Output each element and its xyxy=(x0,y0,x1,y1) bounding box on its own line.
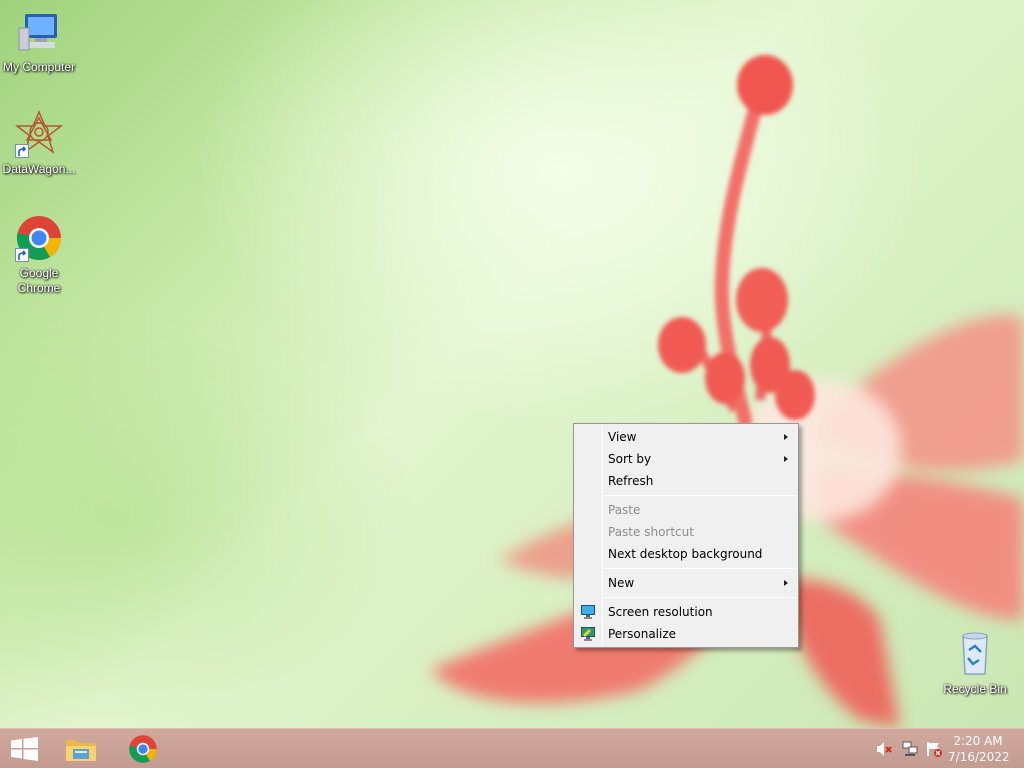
desktop-icon-label: Recycle Bin xyxy=(943,682,1007,696)
menu-separator xyxy=(604,597,796,598)
windows-logo-icon xyxy=(11,737,39,766)
submenu-arrow-icon xyxy=(784,434,788,440)
menu-item-new[interactable]: New xyxy=(574,572,798,594)
volume-muted-icon[interactable] xyxy=(876,741,892,757)
menu-item-paste-shortcut: Paste shortcut xyxy=(574,521,798,543)
folder-icon xyxy=(65,735,97,768)
menu-item-label: Refresh xyxy=(608,474,654,488)
desktop-icon-label: DataWagon... xyxy=(2,162,76,176)
display-icon xyxy=(580,604,596,620)
system-tray: 2:20 AM 7/16/2022 xyxy=(864,729,1024,768)
menu-item-label: New xyxy=(608,576,635,590)
chrome-icon xyxy=(15,214,63,262)
menu-item-view[interactable]: View xyxy=(574,426,798,448)
submenu-arrow-icon xyxy=(784,456,788,462)
menu-item-label: Sort by xyxy=(608,452,652,466)
desktop-icon-my-computer[interactable]: My Computer xyxy=(0,8,78,75)
clock-date: 7/16/2022 xyxy=(948,750,1010,764)
desktop-wallpaper xyxy=(430,55,1024,728)
submenu-arrow-icon xyxy=(784,580,788,586)
menu-item-label: Paste shortcut xyxy=(608,525,694,539)
desktop-icon-label: Google Chrome xyxy=(17,266,61,295)
computer-icon xyxy=(15,8,63,56)
menu-item-label: View xyxy=(608,430,637,444)
shortcut-arrow-icon xyxy=(15,248,29,262)
menu-item-label: Personalize xyxy=(608,627,677,641)
action-center-flag-icon[interactable] xyxy=(926,741,942,757)
datawagon-icon xyxy=(14,110,64,158)
menu-separator xyxy=(604,568,796,569)
taskbar: 2:20 AM 7/16/2022 xyxy=(0,728,1024,768)
taskbar-clock[interactable]: 2:20 AM 7/16/2022 xyxy=(948,733,1010,765)
taskbar-chrome-button[interactable] xyxy=(118,729,168,768)
recycle-bin-icon xyxy=(951,630,999,678)
taskbar-file-explorer-button[interactable] xyxy=(56,729,106,768)
menu-item-refresh[interactable]: Refresh xyxy=(574,470,798,492)
menu-item-label: Screen resolution xyxy=(608,605,713,619)
menu-separator xyxy=(604,495,796,496)
network-icon[interactable] xyxy=(902,741,918,757)
chrome-icon xyxy=(128,734,158,768)
menu-item-label: Paste xyxy=(608,503,641,517)
menu-item-next-desktop-background[interactable]: Next desktop background xyxy=(574,543,798,565)
desktop-icon-datawagon[interactable]: DataWagon... xyxy=(0,110,78,177)
personalize-icon xyxy=(580,626,596,642)
start-button[interactable] xyxy=(0,729,50,768)
menu-item-sort-by[interactable]: Sort by xyxy=(574,448,798,470)
desktop-icon-google-chrome[interactable]: Google Chrome xyxy=(0,214,78,296)
shortcut-arrow-icon xyxy=(15,144,29,158)
menu-item-screen-resolution[interactable]: Screen resolution xyxy=(574,601,798,623)
clock-time: 2:20 AM xyxy=(953,734,1003,748)
menu-item-personalize[interactable]: Personalize xyxy=(574,623,798,645)
desktop-context-menu: View Sort by Refresh Paste Paste shortcu… xyxy=(573,423,799,648)
menu-item-paste: Paste xyxy=(574,499,798,521)
desktop-icon-recycle-bin[interactable]: Recycle Bin xyxy=(936,630,1014,697)
desktop-icon-label: My Computer xyxy=(2,60,76,74)
menu-item-label: Next desktop background xyxy=(608,547,763,561)
